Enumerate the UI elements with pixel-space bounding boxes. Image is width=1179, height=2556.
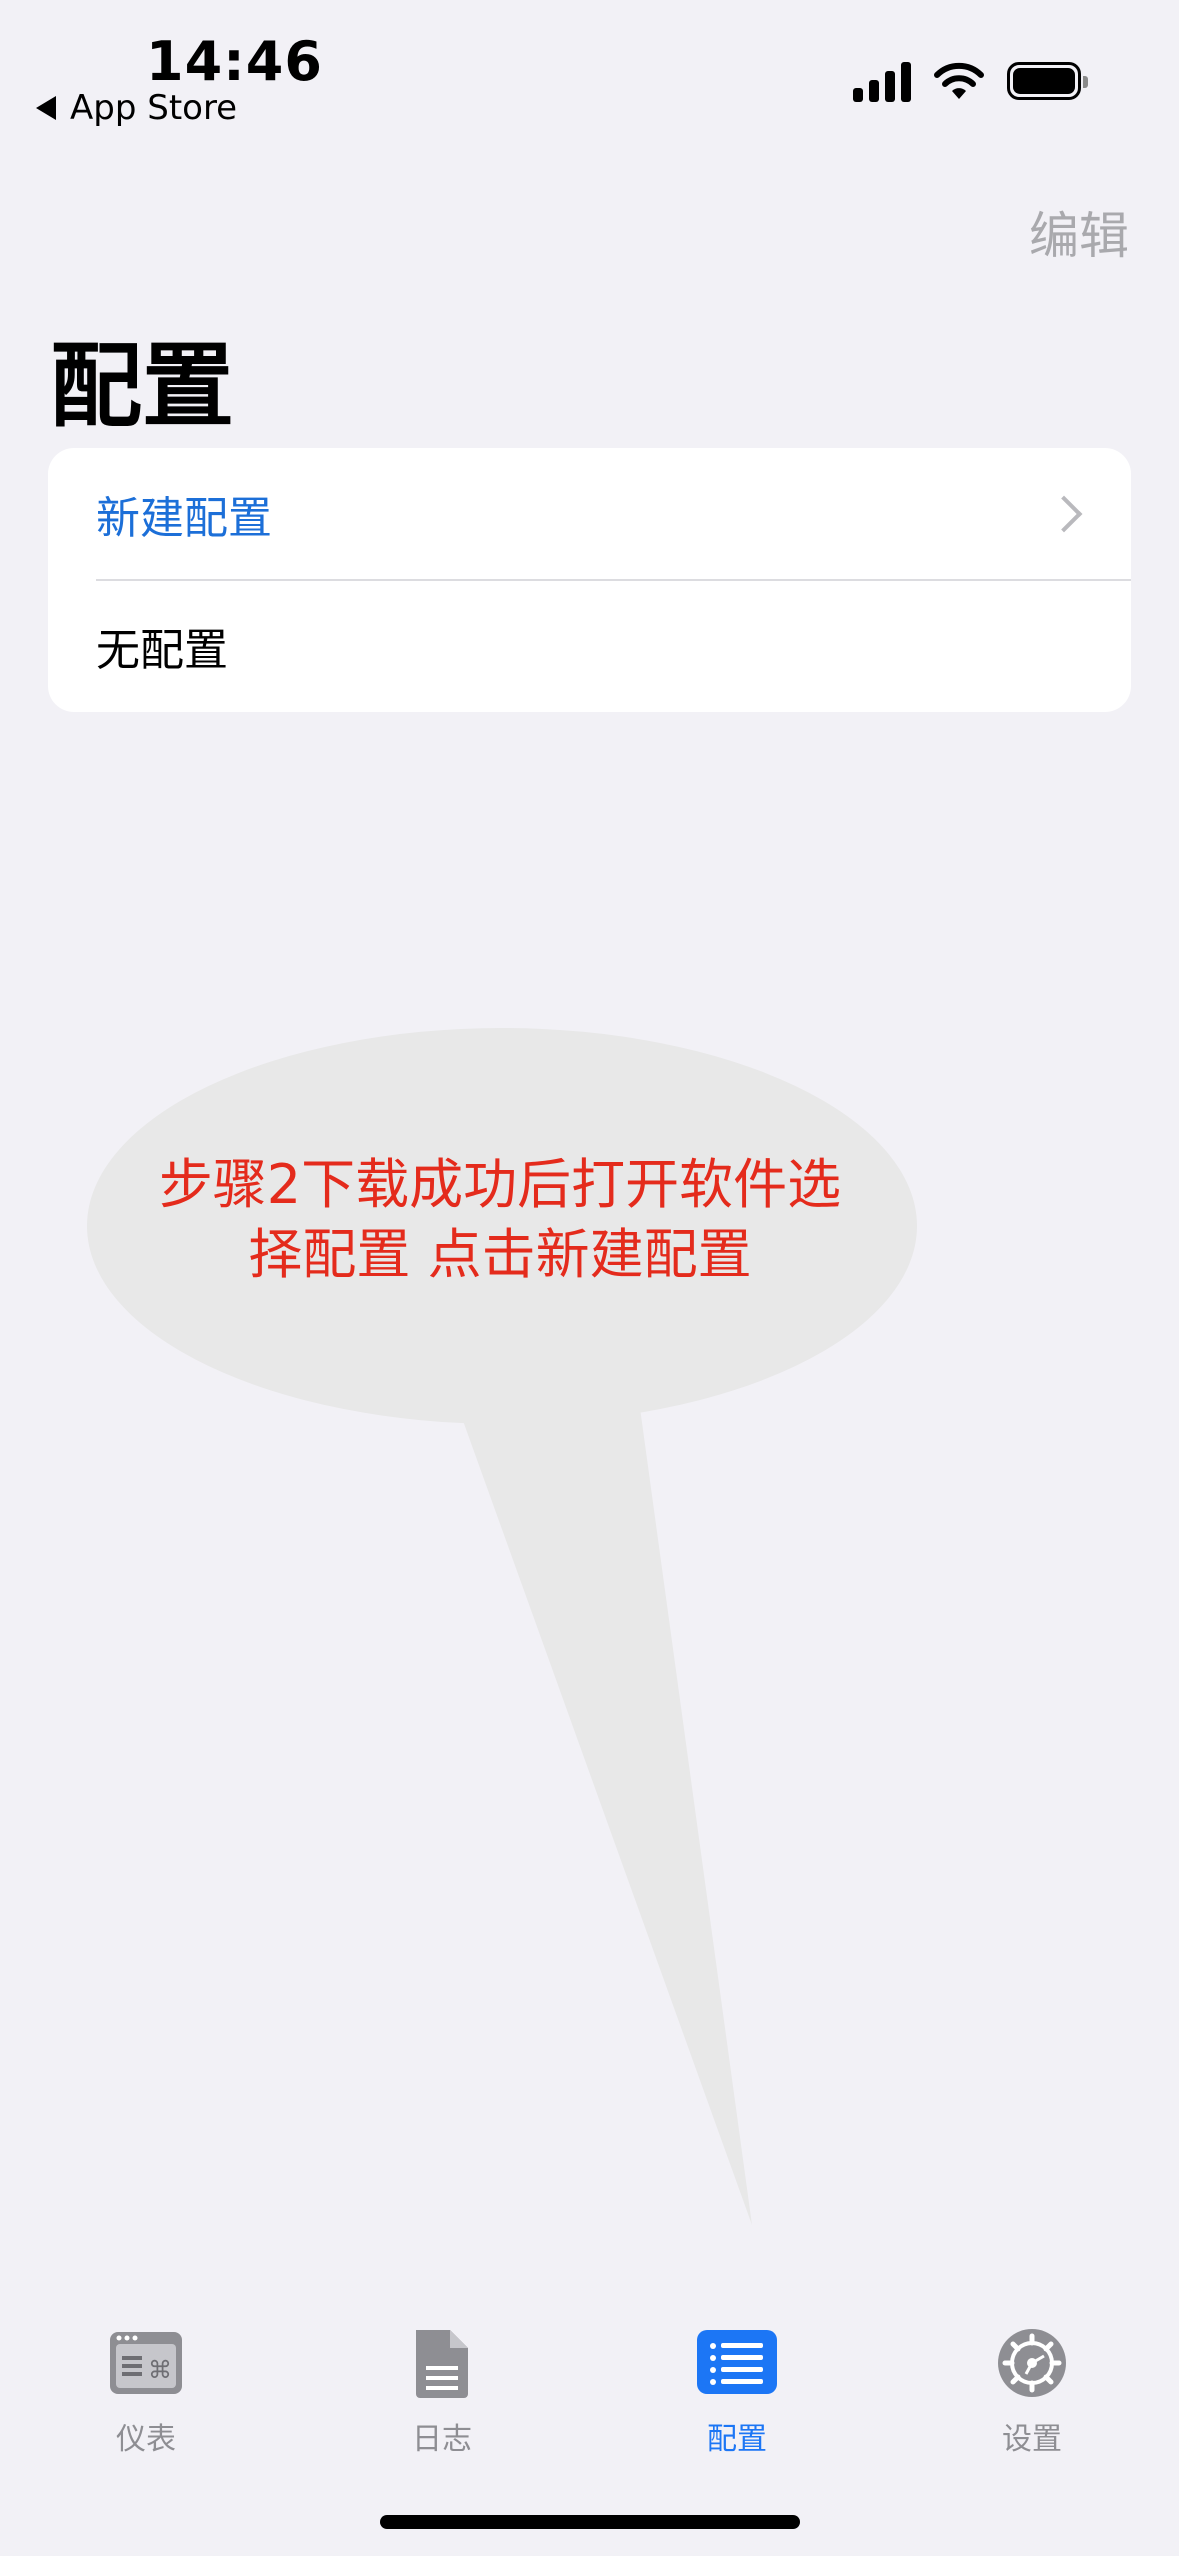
tab-dashboard[interactable]: ⌘ 仪表 (56, 2328, 236, 2458)
document-icon (416, 2330, 468, 2398)
tab-settings[interactable]: 设置 (942, 2328, 1122, 2458)
gear-icon (998, 2329, 1066, 2397)
annotation-line-2: 择配置 点击新建配置 (248, 1223, 752, 1286)
tab-config-label: 配置 (707, 2422, 767, 2457)
annotation-line-1: 步骤2下载成功后打开软件选 (158, 1153, 842, 1216)
svg-text:⌘: ⌘ (148, 2356, 172, 2384)
tab-log[interactable]: 日志 (352, 2328, 532, 2458)
tab-config[interactable]: 配置 (647, 2328, 827, 2458)
screen: 14:46 App Store 编辑 配置 新建配置 无配置 步骤2下载成功后打… (0, 0, 1179, 2556)
tab-log-label: 日志 (412, 2422, 472, 2457)
list-icon (697, 2330, 777, 2394)
dashboard-icon: ⌘ (110, 2332, 182, 2394)
tab-settings-label: 设置 (1002, 2422, 1062, 2457)
home-indicator[interactable] (380, 2515, 800, 2529)
annotation-text: 步骤2下载成功后打开软件选 择配置 点击新建配置 (120, 1150, 880, 1290)
tab-dashboard-label: 仪表 (116, 2422, 176, 2457)
